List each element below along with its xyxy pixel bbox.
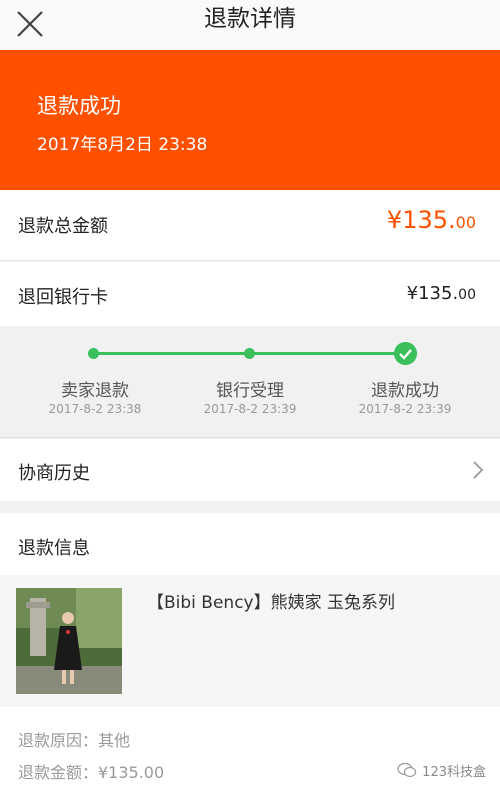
progress-dot-2 xyxy=(244,348,255,359)
nav-bar: 退款详情 xyxy=(0,0,500,50)
step-1-name: 卖家退款 xyxy=(61,381,129,401)
bank-card-amount: ¥135.00 xyxy=(407,283,476,304)
watermark: 123科技盒 xyxy=(397,760,486,780)
refund-time: 2017年8月2日 23:38 xyxy=(37,135,208,155)
bank-card-label: 退回银行卡 xyxy=(18,287,108,308)
step-1-time: 2017-8-2 23:38 xyxy=(48,402,142,416)
step-2-time: 2017-8-2 23:39 xyxy=(203,402,297,416)
refund-total-amount-cents: 00 xyxy=(455,213,476,232)
step-2-name: 银行受理 xyxy=(216,381,284,401)
refund-info-title: 退款信息 xyxy=(18,538,90,559)
refund-status: 退款成功 xyxy=(37,94,121,118)
bank-card-row: 退回银行卡 ¥135.00 xyxy=(0,262,500,326)
product-image[interactable] xyxy=(16,588,122,694)
refund-info-header: 退款信息 xyxy=(0,513,500,575)
status-banner: 退款成功 2017年8月2日 23:38 xyxy=(0,50,500,190)
watermark-text: 123科技盒 xyxy=(422,764,486,780)
refund-total-label: 退款总金额 xyxy=(18,216,108,237)
progress-dot-1 xyxy=(88,348,99,359)
negotiation-history-label: 协商历史 xyxy=(18,463,90,484)
bank-card-amount-main: ¥135. xyxy=(406,283,459,304)
step-3-time: 2017-8-2 23:39 xyxy=(358,402,452,416)
refund-total-row: 退款总金额 ¥135.00 xyxy=(0,190,500,261)
refund-progress: 卖家退款 2017-8-2 23:38 银行受理 2017-8-2 23:39 … xyxy=(0,326,500,438)
step-3-name: 退款成功 xyxy=(371,381,439,401)
negotiation-history-row[interactable]: 协商历史 xyxy=(0,439,500,501)
refund-total-amount: ¥135.00 xyxy=(387,206,476,234)
refund-reason: 退款原因：其他 xyxy=(18,731,131,750)
product-name: 【Bibi Bency】熊姨家 玉兔系列 xyxy=(147,593,396,613)
refund-amount: 退款金额：¥135.00 xyxy=(18,763,165,782)
product-item[interactable]: 【Bibi Bency】熊姨家 玉兔系列 xyxy=(0,575,500,707)
refund-total-amount-main: ¥135. xyxy=(386,206,456,234)
wechat-icon xyxy=(397,762,417,778)
bank-card-amount-cents: 00 xyxy=(458,287,476,303)
check-icon xyxy=(394,342,417,365)
page-title: 退款详情 xyxy=(204,6,296,32)
chevron-right-icon xyxy=(473,461,484,479)
